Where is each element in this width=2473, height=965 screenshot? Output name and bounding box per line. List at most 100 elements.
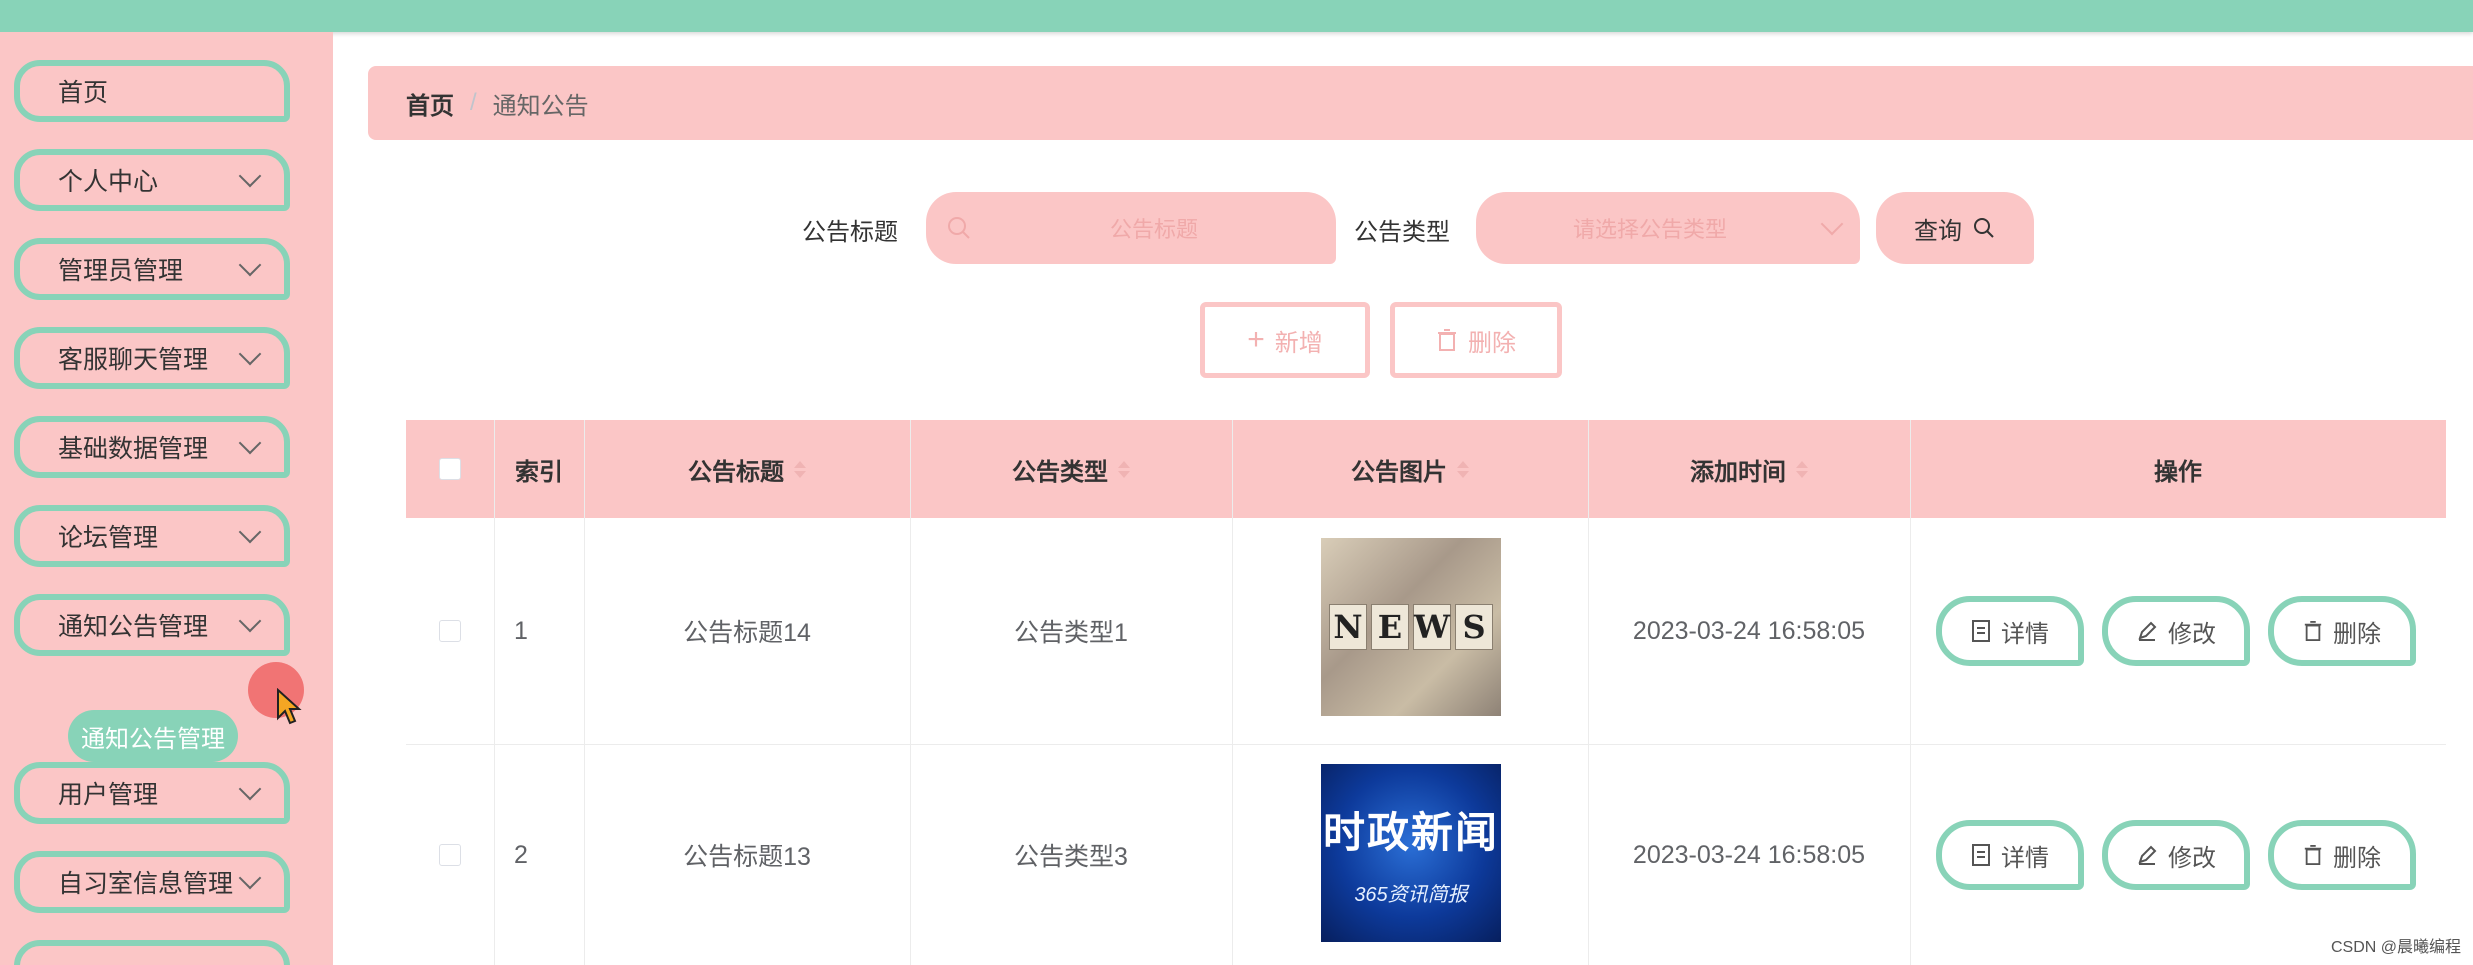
edit-icon: [2138, 621, 2157, 641]
trash-icon: [2304, 845, 2322, 865]
sidebar-item-chat-management[interactable]: 客服聊天管理: [14, 327, 290, 389]
sidebar-item-study-room[interactable]: 自习室信息管理: [14, 851, 290, 913]
column-divider: [1910, 420, 1911, 965]
row-title: 公告标题13: [683, 843, 811, 871]
top-bar: [0, 0, 2473, 32]
chevron-down-icon: [238, 342, 262, 366]
type-select[interactable]: 请选择公告类型: [1476, 192, 1860, 264]
sort-icon[interactable]: [1118, 460, 1130, 478]
news-letters: N E W S: [1329, 604, 1493, 650]
header-index-label: 索引: [515, 458, 563, 486]
document-icon: [1972, 620, 1990, 642]
sidebar-item-label: 管理员管理: [58, 257, 184, 285]
search-icon: [948, 217, 970, 239]
header-title-label: 公告标题: [688, 458, 784, 486]
edit-icon: [2138, 845, 2157, 865]
chevron-down-icon: [238, 866, 262, 890]
header-index: 索引: [494, 420, 584, 518]
row-checkbox[interactable]: [439, 620, 461, 642]
header-time-label: 添加时间: [1690, 458, 1786, 486]
sidebar-item-forum[interactable]: 论坛管理: [14, 505, 290, 567]
sidebar-item-notice-management[interactable]: 通知公告管理: [14, 594, 290, 656]
sidebar-item-label: 个人中心: [58, 168, 159, 196]
title-search-input[interactable]: 公告标题: [926, 192, 1336, 264]
batch-delete-button-label: 删除: [1468, 329, 1516, 357]
watermark: CSDN @晨曦编程: [2330, 939, 2461, 956]
sidebar-item-label: 论坛管理: [58, 524, 159, 552]
sidebar-item-label: 首页: [58, 79, 109, 107]
header-ops: 操作: [1910, 420, 2446, 518]
breadcrumb-separator: /: [470, 89, 477, 116]
delete-button-label: 删除: [2333, 620, 2381, 648]
edit-button[interactable]: 修改: [2102, 596, 2250, 666]
sort-icon[interactable]: [1457, 460, 1469, 478]
sidebar-item-label: 基础数据管理: [58, 435, 209, 463]
sidebar-item-basic-data[interactable]: 基础数据管理: [14, 416, 290, 478]
search-icon: [1974, 218, 1994, 238]
delete-button[interactable]: 删除: [2268, 596, 2416, 666]
header-type[interactable]: 公告类型: [910, 420, 1232, 518]
select-all-checkbox[interactable]: [439, 458, 461, 480]
breadcrumb-home[interactable]: 首页: [406, 86, 454, 121]
edit-button-label: 修改: [2168, 844, 2216, 872]
row-checkbox-cell: [406, 518, 494, 744]
chevron-down-icon: [238, 609, 262, 633]
header-title[interactable]: 公告标题: [584, 420, 910, 518]
detail-button-label: 详情: [2001, 844, 2049, 872]
chevron-down-icon: [238, 777, 262, 801]
delete-button-label: 删除: [2333, 844, 2381, 872]
delete-button[interactable]: 删除: [2268, 820, 2416, 890]
news-dice-image[interactable]: N E W S: [1321, 538, 1501, 716]
sidebar-item-home[interactable]: 首页: [14, 60, 290, 122]
sidebar-item-user-management[interactable]: 用户管理: [14, 762, 290, 824]
row-time: 2023-03-24 16:58:05: [1632, 840, 1866, 869]
image-subtitle-text: 365资讯简报: [1354, 884, 1468, 906]
row-index: 2: [514, 840, 528, 869]
document-icon: [1972, 844, 1990, 866]
chevron-down-icon: [238, 164, 262, 188]
add-button[interactable]: + 新增: [1200, 302, 1370, 378]
header-image[interactable]: 公告图片: [1232, 420, 1588, 518]
sidebar-item-label: 客服聊天管理: [58, 346, 209, 374]
chevron-down-icon: [1820, 212, 1844, 236]
row-type: 公告类型3: [1014, 843, 1128, 871]
chevron-down-icon: [238, 431, 262, 455]
chevron-down-icon: [238, 520, 262, 544]
row-time: 2023-03-24 16:58:05: [1632, 616, 1866, 645]
header-time[interactable]: 添加时间: [1588, 420, 1910, 518]
sidebar-subitem-notice[interactable]: 通知公告管理: [68, 710, 238, 762]
sort-icon[interactable]: [794, 460, 806, 478]
header-ops-label: 操作: [2154, 458, 2202, 486]
sidebar-item-more[interactable]: [14, 940, 290, 965]
mouse-cursor-icon: [277, 688, 302, 725]
news-letter: E: [1371, 604, 1409, 650]
batch-delete-button[interactable]: 删除: [1390, 302, 1562, 378]
detail-button[interactable]: 详情: [1936, 820, 2084, 890]
sidebar-item-label: 通知公告管理: [58, 613, 209, 641]
row-checkbox[interactable]: [439, 844, 461, 866]
select-all-checkbox-cell: [406, 420, 494, 518]
query-button[interactable]: 查询: [1876, 192, 2034, 264]
add-button-label: 新增: [1274, 329, 1323, 357]
shizheng-news-image[interactable]: 时政新闻 365资讯简报: [1321, 764, 1501, 942]
breadcrumb-current: 通知公告: [492, 92, 589, 120]
chevron-down-icon: [238, 253, 262, 277]
row-checkbox-cell: [406, 745, 494, 965]
news-letter: W: [1413, 604, 1451, 650]
sort-icon[interactable]: [1796, 460, 1808, 478]
sidebar-item-personal-center[interactable]: 个人中心: [14, 149, 290, 211]
sidebar-item-admin-management[interactable]: 管理员管理: [14, 238, 290, 300]
detail-button-label: 详情: [2001, 620, 2049, 648]
edit-button[interactable]: 修改: [2102, 820, 2250, 890]
news-letter: S: [1455, 604, 1493, 650]
detail-button[interactable]: 详情: [1936, 596, 2084, 666]
header-image-label: 公告图片: [1351, 458, 1447, 486]
trash-icon: [2304, 621, 2322, 641]
sidebar-item-label: 用户管理: [58, 781, 159, 809]
edit-button-label: 修改: [2168, 620, 2216, 648]
type-select-placeholder: 请选择公告类型: [1572, 217, 1727, 242]
image-title-text: 时政新闻: [1322, 809, 1499, 856]
sidebar-item-label: 自习室信息管理: [58, 870, 234, 898]
trash-icon: [1438, 329, 1456, 351]
news-letter: N: [1329, 604, 1367, 650]
